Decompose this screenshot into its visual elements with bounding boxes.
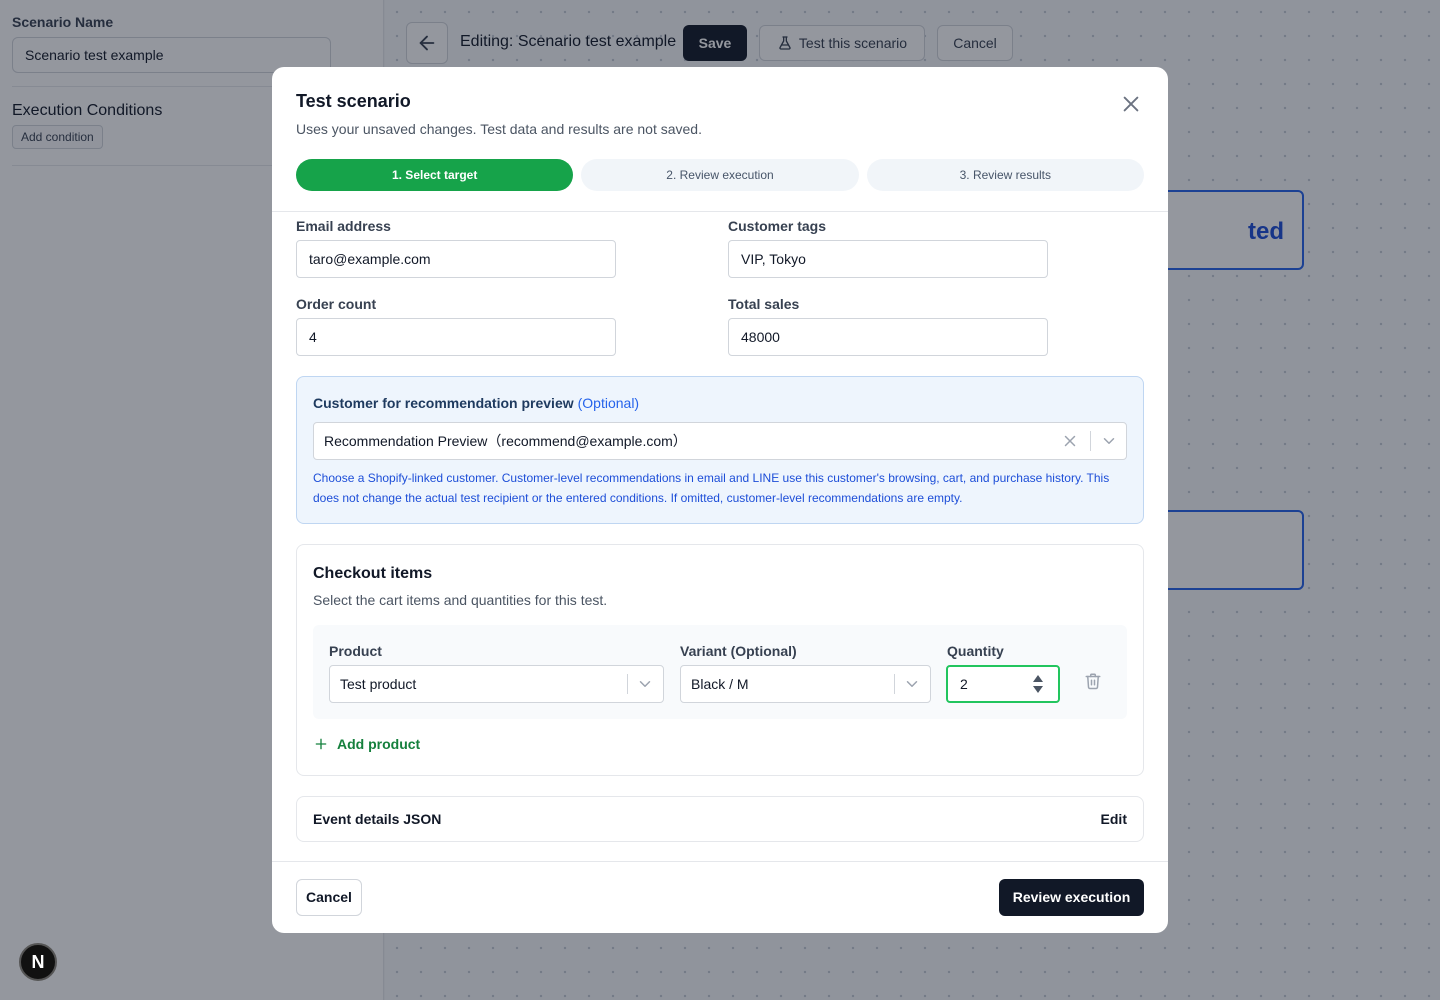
total-sales-field[interactable]: 48000: [728, 318, 1048, 356]
divider: [272, 211, 1168, 212]
test-scenario-modal: Test scenario Uses your unsaved changes.…: [272, 67, 1168, 933]
clear-icon[interactable]: [1061, 432, 1079, 450]
chevron-down-icon[interactable]: [903, 675, 921, 693]
add-product-button[interactable]: Add product: [313, 736, 420, 752]
cancel-button[interactable]: Cancel: [296, 879, 362, 916]
total-sales-label: Total sales: [728, 296, 800, 312]
quantity-label: Quantity: [947, 643, 1004, 659]
quantity-stepper[interactable]: 2: [946, 665, 1060, 703]
recommendation-title: Customer for recommendation preview (Opti…: [313, 395, 639, 411]
selected-customer: Recommendation Preview（recommend@example…: [324, 433, 687, 449]
order-count-field[interactable]: 4: [296, 318, 616, 356]
divider: [272, 861, 1168, 862]
chevron-down-icon[interactable]: [1100, 432, 1118, 450]
quantity-value: 2: [960, 676, 968, 692]
separator: [894, 674, 895, 694]
plus-icon: [315, 738, 327, 750]
add-product-label: Add product: [337, 736, 421, 752]
checkout-items-panel: Checkout items Select the cart items and…: [296, 544, 1144, 776]
modal-title: Test scenario: [296, 91, 411, 111]
trash-icon[interactable]: [1084, 671, 1102, 691]
step-select-target[interactable]: 1. Select target: [296, 159, 574, 191]
chevron-down-icon[interactable]: [636, 675, 654, 693]
optional-tag: (Optional): [577, 395, 640, 411]
step-review-execution[interactable]: 2. Review execution: [581, 159, 859, 191]
variant-value: Black / M: [691, 676, 749, 692]
recommendation-title-text: Customer for recommendation preview: [313, 395, 574, 411]
edit-json-button[interactable]: Edit: [1101, 811, 1127, 827]
recommendation-preview-panel: Customer for recommendation preview (Opti…: [296, 376, 1144, 524]
customer-tags-field[interactable]: VIP, Tokyo: [728, 240, 1048, 278]
stepper: 1. Select target 2. Review execution 3. …: [296, 159, 1144, 191]
dev-badge[interactable]: N: [19, 943, 57, 981]
product-label: Product: [329, 643, 382, 659]
order-count-label: Order count: [296, 296, 377, 312]
separator: [627, 674, 628, 694]
event-json-title: Event details JSON: [313, 811, 442, 827]
email-field[interactable]: taro@example.com: [296, 240, 616, 278]
recommendation-customer-select[interactable]: Recommendation Preview（recommend@example…: [313, 422, 1127, 460]
variant-select[interactable]: Black / M: [680, 665, 931, 703]
event-details-json-row: Event details JSON Edit: [296, 796, 1144, 842]
close-icon[interactable]: [1120, 93, 1142, 115]
separator: [1090, 431, 1091, 451]
recommendation-help-text: Choose a Shopify-linked customer. Custom…: [313, 471, 1110, 505]
review-execution-button[interactable]: Review execution: [999, 879, 1144, 916]
spinner-arrows-icon[interactable]: [1032, 673, 1044, 695]
checkout-title: Checkout items: [313, 565, 433, 582]
email-label: Email address: [296, 218, 391, 234]
product-value: Test product: [340, 676, 417, 692]
product-select[interactable]: Test product: [329, 665, 664, 703]
modal-subtitle: Uses your unsaved changes. Test data and…: [296, 121, 702, 137]
checkout-subtitle: Select the cart items and quantities for…: [313, 592, 608, 608]
step-review-results[interactable]: 3. Review results: [866, 159, 1144, 191]
checkout-item-row: Product Test product Variant (Optional) …: [313, 625, 1127, 719]
customer-tags-label: Customer tags: [728, 218, 827, 234]
variant-label: Variant (Optional): [680, 643, 797, 659]
